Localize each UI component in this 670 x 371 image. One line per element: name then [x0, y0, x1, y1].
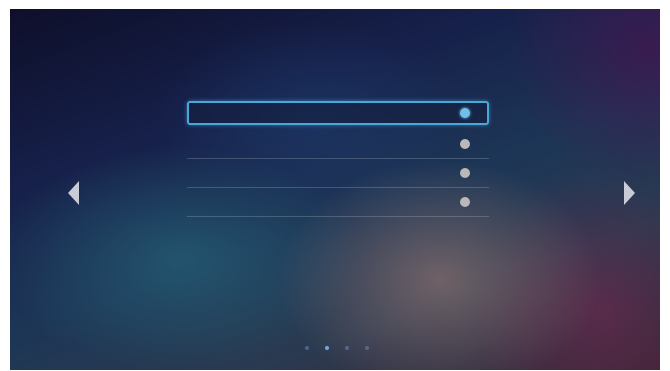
radio-selected-icon[interactable] — [460, 108, 470, 118]
page-indicator — [305, 346, 369, 350]
option-row-3[interactable] — [187, 159, 489, 188]
option-row-2[interactable] — [187, 130, 489, 159]
radio-icon[interactable] — [460, 197, 470, 207]
page-dot-4[interactable] — [365, 346, 369, 350]
option-row-1[interactable] — [187, 101, 489, 125]
page-dot-3[interactable] — [345, 346, 349, 350]
option-row-4[interactable] — [187, 188, 489, 217]
radio-icon[interactable] — [460, 168, 470, 178]
radio-icon[interactable] — [460, 139, 470, 149]
page-dot-1[interactable] — [305, 346, 309, 350]
options-list — [187, 101, 489, 217]
page-dot-2[interactable] — [325, 346, 329, 350]
chevron-right-icon[interactable] — [624, 181, 635, 205]
chevron-left-icon[interactable] — [68, 181, 79, 205]
tv-menu-screen — [10, 9, 660, 370]
